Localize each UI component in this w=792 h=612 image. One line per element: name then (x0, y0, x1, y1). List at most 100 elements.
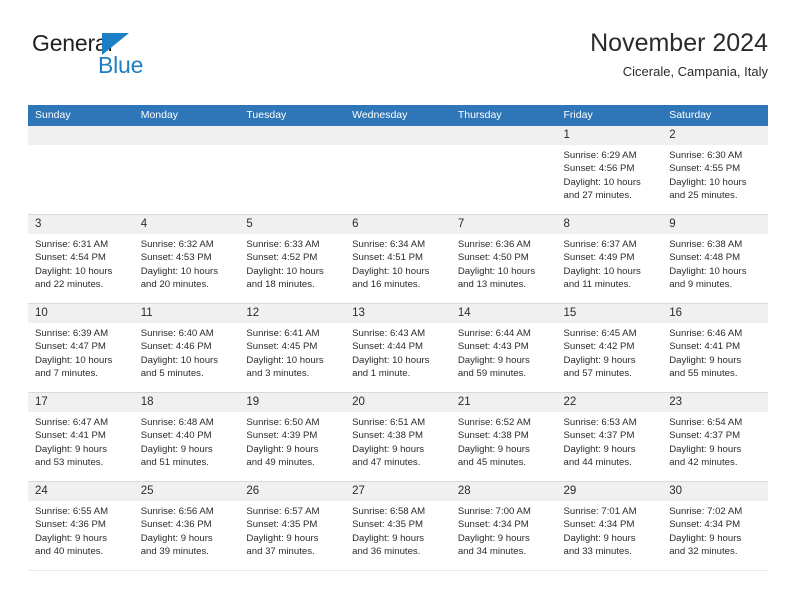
day-detail-line: Sunset: 4:37 PM (669, 430, 741, 442)
day-cell-8[interactable]: 8 Sunrise: 6:37 AM Sunset: 4:49 PM Daylight… (556, 214, 663, 304)
day-detail-line: and 40 minutes. (35, 545, 104, 557)
day-detail-line: Sunset: 4:34 PM (669, 519, 741, 531)
day-details: Sunrise: 6:55 AM Sunset: 4:36 PM Daylight:… (28, 501, 134, 558)
day-detail-line: Sunset: 4:36 PM (140, 519, 212, 531)
day-cell-9[interactable]: 9 Sunrise: 6:38 AM Sunset: 4:48 PM Daylight… (662, 214, 768, 304)
day-cell-19[interactable]: 19 Sunrise: 6:50 AM Sunset: 4:39 PM Dayligh… (239, 392, 346, 482)
day-number: 20 (345, 393, 451, 412)
day-detail-line: and 55 minutes. (669, 367, 738, 379)
day-cell-6[interactable]: 6 Sunrise: 6:34 AM Sunset: 4:51 PM Daylight… (345, 214, 451, 304)
day-details: Sunrise: 7:02 AM Sunset: 4:34 PM Daylight:… (662, 501, 768, 558)
day-detail-line: Daylight: 10 hours (35, 354, 113, 366)
day-number: 14 (450, 304, 557, 323)
day-number: 17 (28, 393, 134, 412)
day-cell-21[interactable]: 21 Sunrise: 6:52 AM Sunset: 4:38 PM Dayligh… (450, 392, 557, 482)
day-details (134, 145, 240, 149)
day-details: Sunrise: 6:53 AM Sunset: 4:37 PM Daylight:… (557, 412, 663, 469)
day-details (345, 145, 451, 149)
day-details (239, 145, 345, 149)
day-detail-line: Sunset: 4:38 PM (352, 430, 424, 442)
day-cell-11[interactable]: 11 Sunrise: 6:40 AM Sunset: 4:46 PM Dayligh… (133, 303, 240, 393)
day-cell-2[interactable]: 2 Sunrise: 6:30 AM Sunset: 4:55 PM Daylight… (662, 125, 768, 215)
day-cell-15[interactable]: 15 Sunrise: 6:45 AM Sunset: 4:42 PM Dayligh… (556, 303, 663, 393)
title-block: November 2024 Cicerale, Campania, Italy (590, 28, 768, 80)
day-detail-line: Sunrise: 6:48 AM (140, 417, 214, 428)
day-cell-26[interactable]: 26 Sunrise: 6:57 AM Sunset: 4:35 PM Dayligh… (239, 481, 346, 571)
day-details: Sunrise: 6:58 AM Sunset: 4:35 PM Daylight:… (345, 501, 451, 558)
day-cell-7[interactable]: 7 Sunrise: 6:36 AM Sunset: 4:50 PM Daylight… (450, 214, 557, 304)
day-cell-4[interactable]: 4 Sunrise: 6:32 AM Sunset: 4:53 PM Daylight… (133, 214, 240, 304)
day-details: Sunrise: 7:00 AM Sunset: 4:34 PM Daylight:… (451, 501, 557, 558)
day-details: Sunrise: 6:34 AM Sunset: 4:51 PM Daylight:… (345, 234, 451, 291)
day-detail-line: Daylight: 10 hours (669, 265, 747, 277)
day-detail-line: Sunset: 4:48 PM (669, 252, 741, 264)
day-detail-line: Sunrise: 6:33 AM (246, 239, 320, 250)
day-detail-line: and 36 minutes. (352, 545, 421, 557)
day-detail-line: Sunset: 4:40 PM (140, 430, 212, 442)
day-detail-line: Sunset: 4:46 PM (140, 341, 212, 353)
day-number: 9 (662, 215, 768, 234)
day-number: 25 (133, 482, 240, 501)
day-detail-line: and 49 minutes. (246, 456, 315, 468)
day-cell-13[interactable]: 13 Sunrise: 6:43 AM Sunset: 4:44 PM Dayligh… (345, 303, 451, 393)
day-cell-23[interactable]: 23 Sunrise: 6:54 AM Sunset: 4:37 PM Dayligh… (662, 392, 768, 482)
day-number: 15 (556, 304, 663, 323)
day-detail-line: Sunset: 4:45 PM (246, 341, 318, 353)
day-detail-line: Daylight: 10 hours (140, 354, 219, 366)
day-detail-line: Sunrise: 6:41 AM (246, 328, 320, 339)
day-detail-line: and 22 minutes. (35, 278, 104, 290)
day-number: 13 (345, 304, 451, 323)
weekday-header-row: Sunday Monday Tuesday Wednesday Thursday Frid… (28, 105, 768, 126)
day-detail-line: Sunrise: 6:40 AM (140, 328, 214, 339)
day-cell-3[interactable]: 3 Sunrise: 6:31 AM Sunset: 4:54 PM Daylight… (28, 214, 134, 304)
day-detail-line: Sunset: 4:38 PM (457, 430, 529, 442)
day-cell-20[interactable]: 20 Sunrise: 6:51 AM Sunset: 4:38 PM Dayligh… (345, 392, 451, 482)
day-cell-14[interactable]: 14 Sunrise: 6:44 AM Sunset: 4:43 PM Dayligh… (450, 303, 557, 393)
day-cell-5[interactable]: 5 Sunrise: 6:33 AM Sunset: 4:52 PM Daylight… (239, 214, 346, 304)
day-details: Sunrise: 6:51 AM Sunset: 4:38 PM Daylight:… (345, 412, 451, 469)
day-detail-line: Sunrise: 6:47 AM (35, 417, 109, 428)
day-details: Sunrise: 6:36 AM Sunset: 4:50 PM Daylight:… (451, 234, 557, 291)
day-number (133, 126, 240, 145)
day-cell-17[interactable]: 17 Sunrise: 6:47 AM Sunset: 4:41 PM Dayligh… (28, 392, 134, 482)
day-details: Sunrise: 6:45 AM Sunset: 4:42 PM Daylight:… (557, 323, 663, 380)
day-detail-line: Daylight: 9 hours (35, 532, 107, 544)
day-detail-line: Daylight: 9 hours (140, 532, 213, 544)
day-cell-18[interactable]: 18 Sunrise: 6:48 AM Sunset: 4:40 PM Dayligh… (133, 392, 240, 482)
day-cell-12[interactable]: 12 Sunrise: 6:41 AM Sunset: 4:45 PM Dayligh… (239, 303, 346, 393)
day-cell-24[interactable]: 24 Sunrise: 6:55 AM Sunset: 4:36 PM Dayligh… (28, 481, 134, 571)
day-number: 4 (133, 215, 240, 234)
day-detail-line: Sunrise: 6:31 AM (35, 239, 109, 250)
day-detail-line: Daylight: 9 hours (457, 354, 530, 366)
day-cell-1[interactable]: 1 Sunrise: 6:29 AM Sunset: 4:56 PM Daylight… (556, 125, 663, 215)
day-details: Sunrise: 6:41 AM Sunset: 4:45 PM Daylight:… (239, 323, 345, 380)
day-detail-line: Sunrise: 6:43 AM (352, 328, 426, 339)
generalblue-logo[interactable]: General Blue (32, 32, 212, 84)
day-details: Sunrise: 6:31 AM Sunset: 4:54 PM Daylight:… (28, 234, 134, 291)
day-detail-line: Sunset: 4:44 PM (352, 341, 424, 353)
page-title: November 2024 (590, 29, 768, 57)
day-cell-22[interactable]: 22 Sunrise: 6:53 AM Sunset: 4:37 PM Dayligh… (556, 392, 663, 482)
day-detail-line: and 45 minutes. (457, 456, 527, 468)
day-detail-line: Sunrise: 6:38 AM (669, 239, 743, 250)
day-cell-30[interactable]: 30 Sunrise: 7:02 AM Sunset: 4:34 PM Dayligh… (662, 481, 768, 571)
day-details: Sunrise: 6:44 AM Sunset: 4:43 PM Daylight:… (451, 323, 557, 380)
day-detail-line: and 34 minutes. (457, 545, 527, 557)
day-details: Sunrise: 6:37 AM Sunset: 4:49 PM Daylight:… (557, 234, 663, 291)
day-detail-line: and 7 minutes. (35, 367, 98, 379)
day-detail-line: and 51 minutes. (140, 456, 209, 468)
day-number: 12 (239, 304, 346, 323)
day-cell-16[interactable]: 16 Sunrise: 6:46 AM Sunset: 4:41 PM Dayligh… (662, 303, 768, 393)
day-detail-line: Daylight: 10 hours (246, 354, 324, 366)
day-detail-line: Sunrise: 6:50 AM (246, 417, 320, 428)
logo-blue-label: Blue (98, 52, 144, 78)
day-detail-line: Sunset: 4:36 PM (35, 519, 106, 531)
day-detail-line: and 13 minutes. (457, 278, 527, 290)
day-cell-28[interactable]: 28 Sunrise: 7:00 AM Sunset: 4:34 PM Dayligh… (450, 481, 557, 571)
day-cell-25[interactable]: 25 Sunrise: 6:56 AM Sunset: 4:36 PM Dayligh… (133, 481, 240, 571)
day-cell-29[interactable]: 29 Sunrise: 7:01 AM Sunset: 4:34 PM Dayligh… (556, 481, 663, 571)
day-cell-10[interactable]: 10 Sunrise: 6:39 AM Sunset: 4:47 PM Dayligh… (28, 303, 134, 393)
day-detail-line: Daylight: 10 hours (457, 265, 536, 277)
day-number: 2 (662, 126, 768, 145)
day-cell-27[interactable]: 27 Sunrise: 6:58 AM Sunset: 4:35 PM Dayligh… (345, 481, 451, 571)
